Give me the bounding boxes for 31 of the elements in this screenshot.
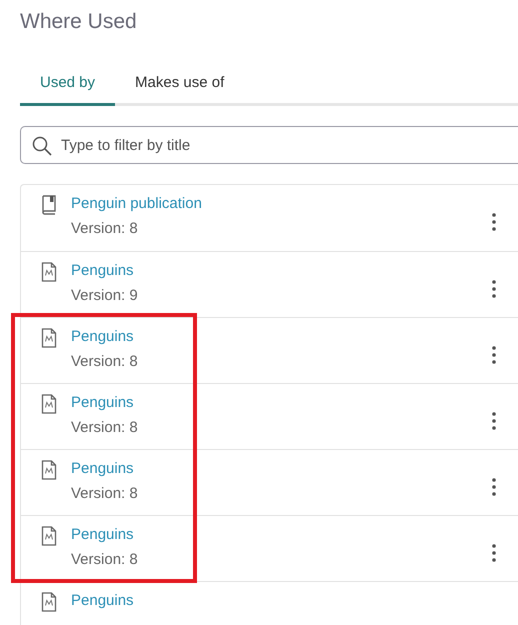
document-icon xyxy=(41,328,57,348)
document-icon xyxy=(41,262,57,282)
book-icon xyxy=(41,195,57,215)
version-text: Version: 8 xyxy=(71,419,138,436)
item-title-link[interactable]: Penguins xyxy=(71,460,134,477)
item-title-link[interactable]: Penguins xyxy=(71,526,134,543)
item-title-link[interactable]: Penguins xyxy=(71,394,134,411)
more-options-icon xyxy=(492,478,496,496)
tab[interactable]: Makes use of xyxy=(115,68,244,106)
document-icon xyxy=(41,526,57,546)
item-title-link[interactable]: Penguins xyxy=(71,592,134,609)
version-text: Version: 8 xyxy=(71,353,138,370)
document-icon xyxy=(41,460,57,480)
panel-title: Where Used xyxy=(20,10,137,34)
more-options-icon xyxy=(492,280,496,298)
item-title-link[interactable]: Penguin publication xyxy=(71,195,202,212)
version-text: Version: 8 xyxy=(71,220,138,237)
more-options-icon xyxy=(492,213,496,231)
document-icon xyxy=(41,394,57,414)
item-title-link[interactable]: Penguins xyxy=(71,262,134,279)
version-text: Version: 8 xyxy=(71,551,138,568)
more-options-icon xyxy=(492,346,496,364)
search-icon xyxy=(32,136,52,156)
version-text: Version: 9 xyxy=(71,287,138,304)
more-options-icon xyxy=(492,412,496,430)
tab[interactable]: Used by xyxy=(20,68,116,106)
item-title-link[interactable]: Penguins xyxy=(71,328,134,345)
more-options-icon xyxy=(492,544,496,562)
version-text: Version: 8 xyxy=(71,485,138,502)
search-field[interactable]: Type to filter by title xyxy=(20,126,518,164)
document-icon xyxy=(41,592,57,612)
